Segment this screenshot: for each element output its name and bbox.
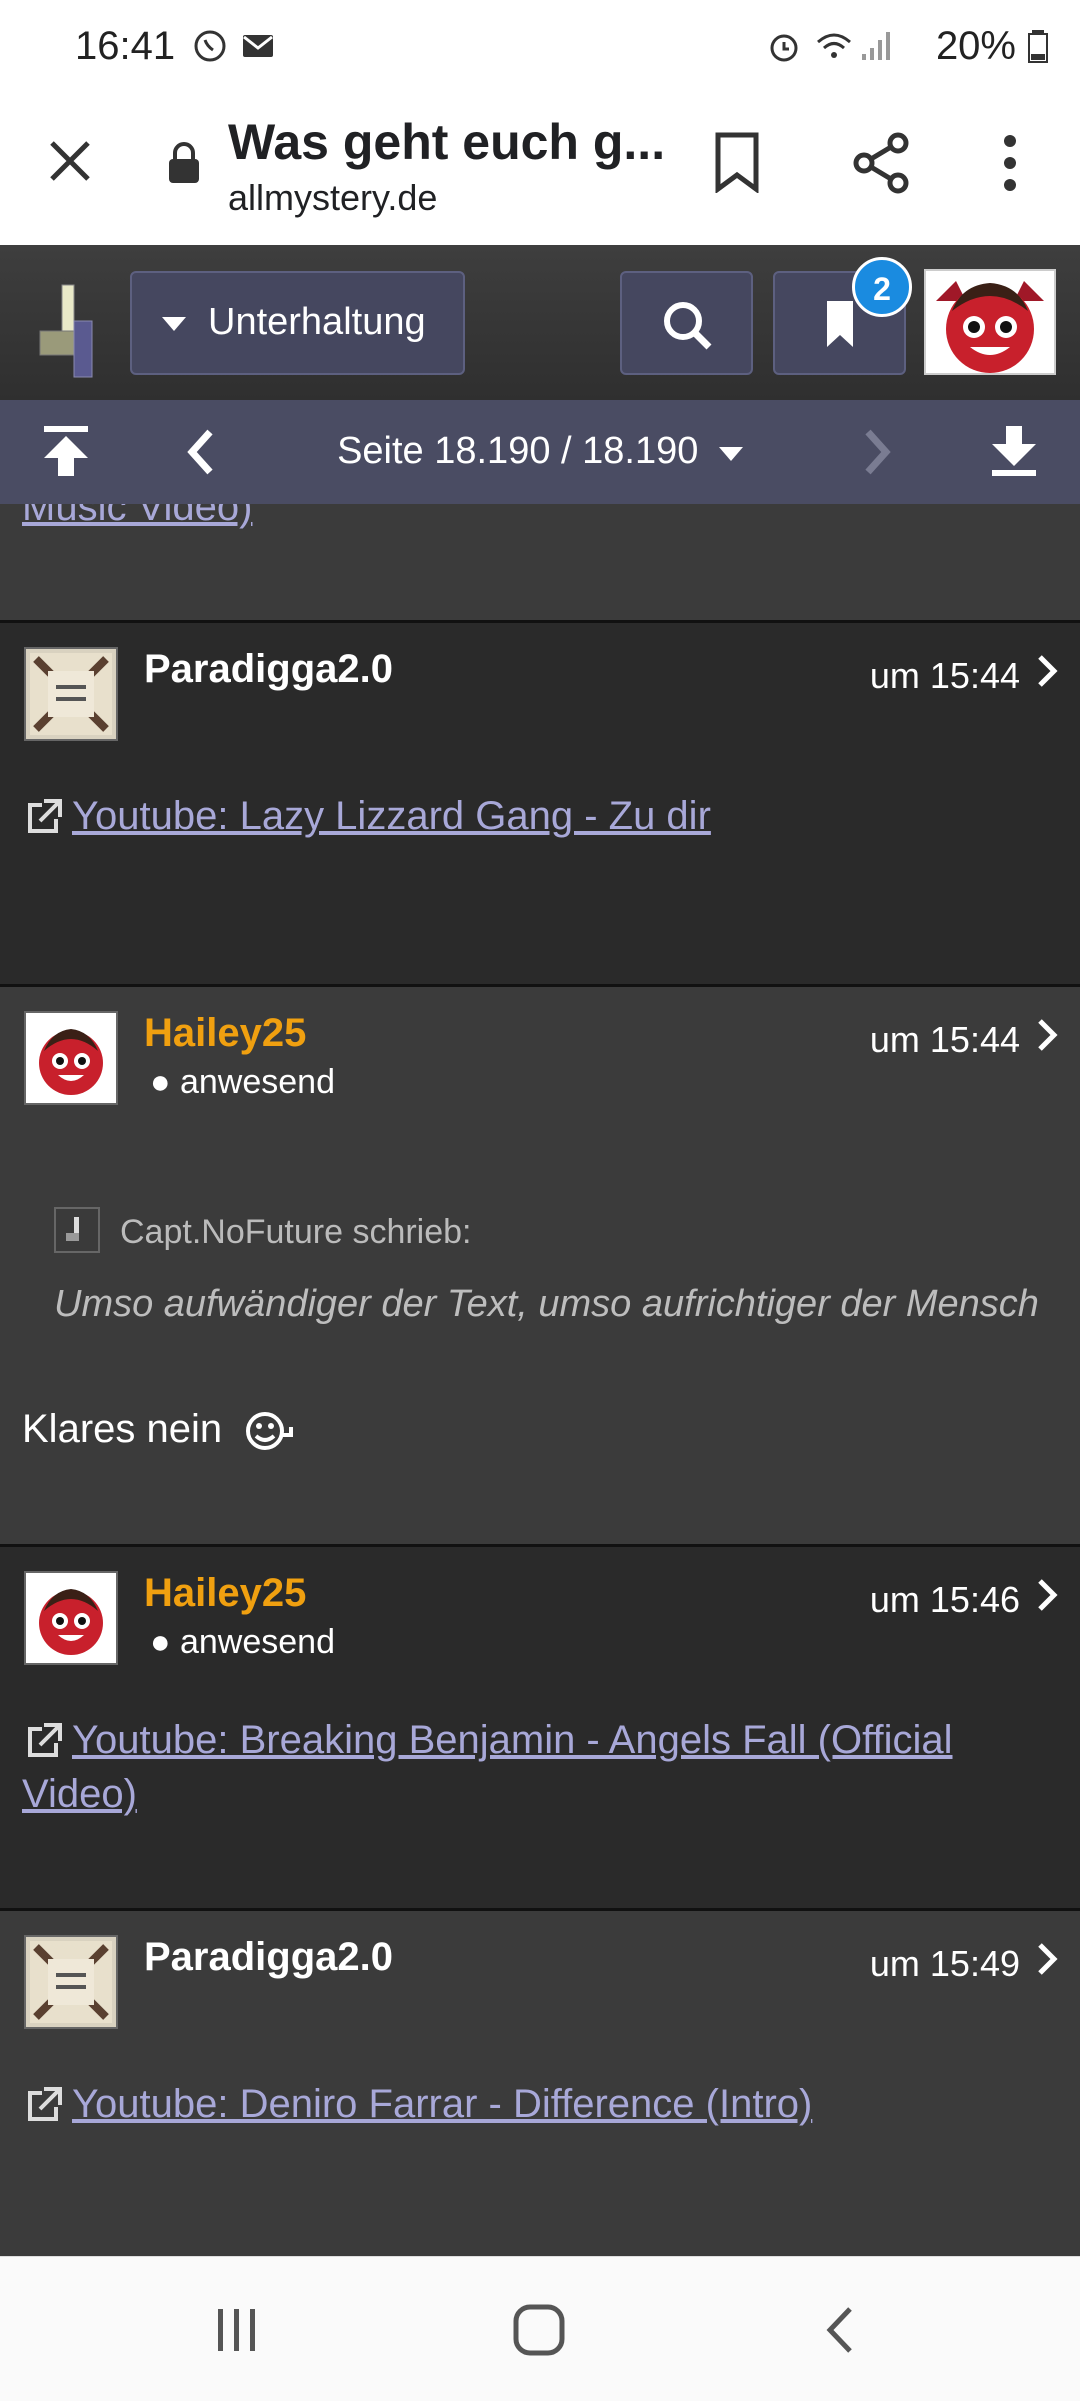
chevron-right-icon[interactable] (1036, 1941, 1058, 1987)
post: Hailey25 ● anwesend um 15:44 Capt.NoFutu… (0, 984, 1080, 1544)
post-time[interactable]: um 15:46 (870, 1579, 1020, 1621)
chevron-right-icon[interactable] (1036, 1577, 1058, 1623)
post-link[interactable]: Youtube: Breaking Benjamin - Angels Fall… (22, 1713, 1040, 1821)
home-icon[interactable] (512, 2303, 566, 2362)
post-time[interactable]: um 15:49 (870, 1943, 1020, 1985)
page-title[interactable]: Was geht euch g... (228, 113, 665, 171)
external-link-icon (28, 799, 62, 834)
post-link-text[interactable]: Youtube: Deniro Farrar - Difference (Int… (72, 2082, 812, 2126)
post-text: Klares nein (22, 1407, 299, 1453)
category-label: Unterhaltung (208, 301, 426, 343)
post: Paradigga2.0 um 15:49 Youtube: Deniro Fa… (0, 1908, 1080, 2256)
post-time[interactable]: um 15:44 (870, 1019, 1020, 1061)
post: Paradigga2.0 um 15:44 Youtube: Lazy Lizz… (0, 620, 1080, 984)
post-link-text[interactable]: Youtube: Breaking Benjamin - Angels Fall… (22, 1718, 953, 1816)
post-link-text[interactable]: Youtube: Lazy Lizzard Gang - Zu dir (72, 794, 711, 838)
next-page-icon[interactable] (862, 428, 894, 481)
online-status-label: anwesend (179, 1623, 335, 1661)
site-header: Unterhaltung 2 (0, 245, 1080, 400)
post-username[interactable]: Hailey25 (144, 1011, 306, 1056)
online-status-label: anwesend (179, 1063, 335, 1101)
whatsapp-icon (192, 28, 228, 64)
post-list: Music Video) Paradigga2.0 um 15:44 Youtu… (0, 504, 1080, 2256)
post-link[interactable]: Youtube: Deniro Farrar - Difference (Int… (22, 2077, 1040, 2131)
post-link[interactable]: Youtube: Lazy Lizzard Gang - Zu dir (22, 789, 1040, 843)
external-link-icon (28, 2087, 62, 2122)
page-label: Seite 18.190 / 18.190 (337, 430, 699, 472)
status-bar: 16:41 20% (0, 0, 1080, 95)
online-status: ● anwesend (150, 1623, 335, 1661)
alarm-icon (766, 28, 802, 64)
avatar[interactable] (24, 1571, 118, 1665)
page-navigation: Seite 18.190 / 18.190 (0, 400, 1080, 504)
close-icon[interactable] (46, 137, 94, 190)
battery-icon (1028, 28, 1048, 64)
post-username[interactable]: Hailey25 (144, 1571, 306, 1616)
browser-toolbar: Was geht euch g... allmystery.de (0, 95, 1080, 246)
chevron-right-icon[interactable] (1036, 653, 1058, 699)
post-username[interactable]: Paradigga2.0 (144, 647, 393, 692)
search-button[interactable] (620, 271, 753, 375)
wifi-icon (814, 28, 851, 64)
more-icon[interactable] (1002, 133, 1018, 198)
post-text-content: Klares nein (22, 1407, 223, 1451)
smiley-icon (246, 1412, 294, 1451)
site-logo[interactable] (36, 281, 102, 386)
signal-icon (860, 28, 896, 64)
avatar[interactable] (24, 1011, 118, 1105)
external-link-icon (28, 1723, 62, 1758)
page-selector[interactable]: Seite 18.190 / 18.190 (0, 430, 1080, 473)
recents-icon[interactable] (212, 2305, 262, 2360)
last-page-icon[interactable] (988, 424, 1040, 483)
dropdown-icon (162, 317, 186, 338)
avatar[interactable] (24, 647, 118, 741)
back-icon[interactable] (822, 2305, 858, 2360)
post-username[interactable]: Paradigga2.0 (144, 1935, 393, 1980)
bookmark-badge: 2 (852, 257, 912, 317)
system-nav-bar (0, 2256, 1080, 2401)
post-time[interactable]: um 15:44 (870, 655, 1020, 697)
quote-text: Umso aufwändiger der Text, umso aufricht… (54, 1283, 1039, 1325)
quote-avatar (54, 1207, 100, 1253)
online-status: ● anwesend (150, 1063, 335, 1101)
bookmark-icon[interactable] (712, 131, 762, 198)
bookmark-icon (825, 299, 855, 354)
page-url[interactable]: allmystery.de (228, 177, 437, 219)
avatar[interactable] (924, 269, 1056, 375)
category-dropdown[interactable]: Unterhaltung (130, 271, 465, 375)
quote-author: Capt.NoFuture schrieb: (120, 1213, 472, 1251)
post-fragment: Music Video) (0, 504, 1080, 620)
share-icon[interactable] (852, 131, 912, 200)
dropdown-icon (718, 447, 743, 461)
status-time: 16:41 (75, 24, 176, 68)
lock-icon[interactable] (166, 141, 202, 190)
post-link[interactable]: Music Video) (22, 504, 1040, 534)
chevron-right-icon[interactable] (1036, 1017, 1058, 1063)
mail-icon (240, 28, 276, 64)
post: Hailey25 ● anwesend um 15:46 Youtube: Br… (0, 1544, 1080, 1908)
search-icon (662, 300, 714, 357)
avatar[interactable] (24, 1935, 118, 2029)
battery-level: 20% (935, 24, 1016, 68)
